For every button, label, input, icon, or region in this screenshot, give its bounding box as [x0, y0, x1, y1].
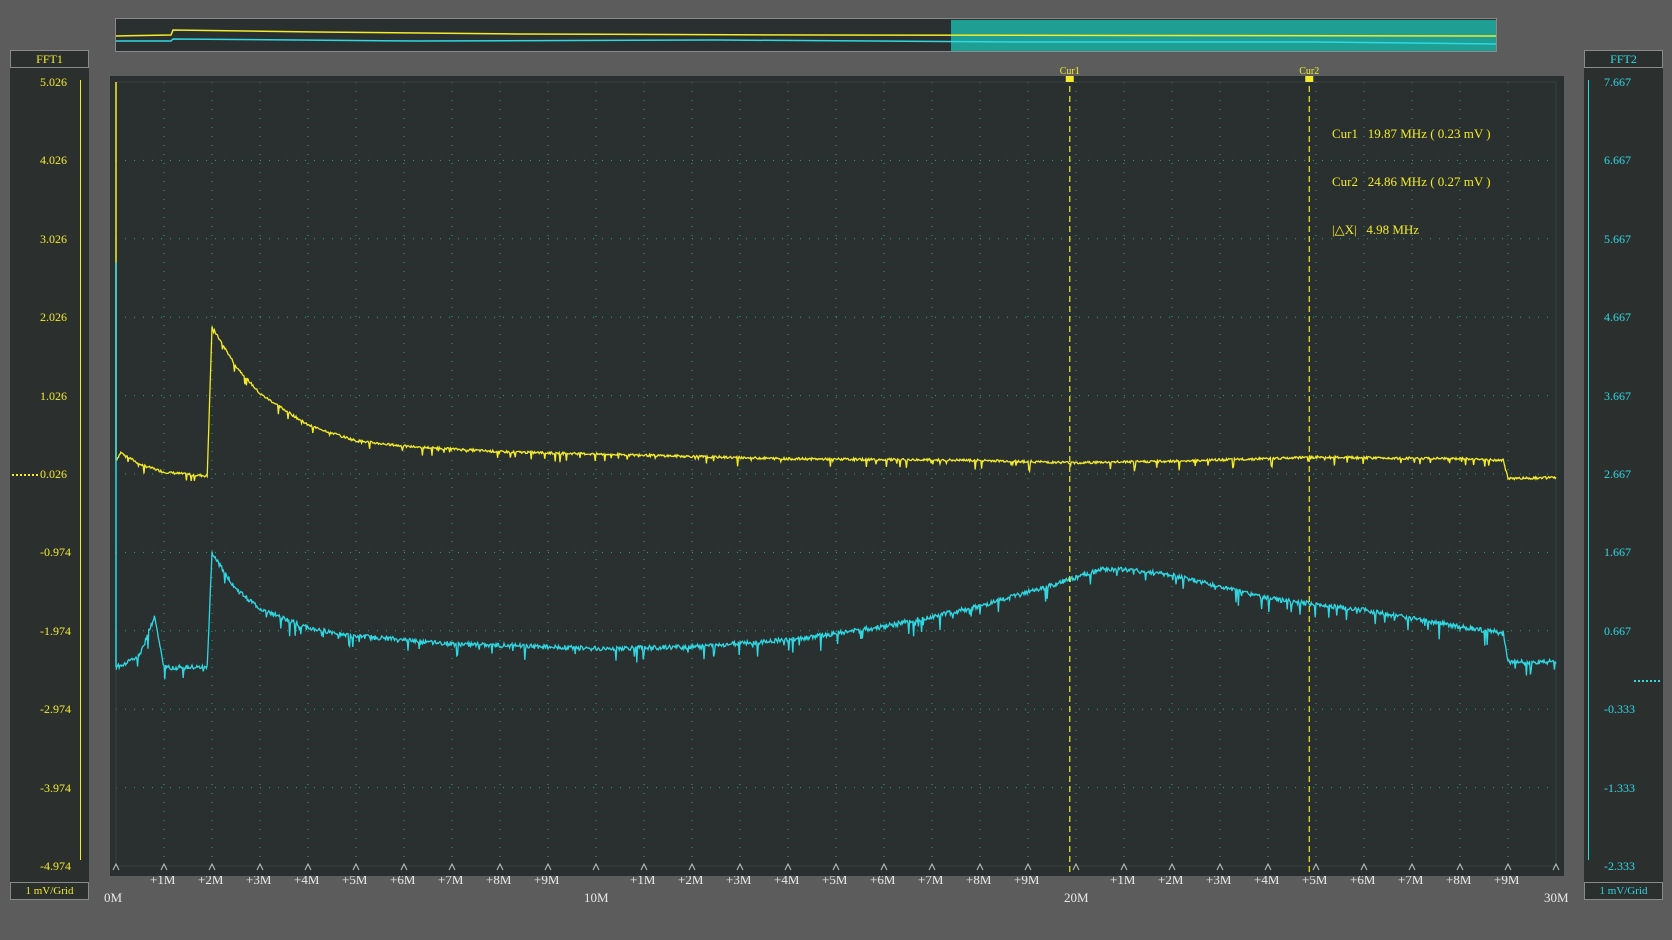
- x-tick-mark: [1456, 862, 1464, 871]
- x-major-tick-label: 10M: [584, 890, 609, 905]
- x-tick-mark: [1504, 862, 1512, 871]
- x-tick-mark: [1120, 862, 1128, 871]
- overview-strip[interactable]: [115, 18, 1497, 52]
- ch1-ground-marker[interactable]: [12, 474, 38, 476]
- x-tick-mark: [1312, 862, 1320, 871]
- x-tick-mark: [496, 862, 504, 871]
- x-tick-mark: [1168, 862, 1176, 871]
- trace-ch2: [115, 551, 1557, 680]
- x-tick-mark: [976, 862, 984, 871]
- cursor-readout: Cur1 19.87 MHz ( 0.23 mV ) Cur2 24.86 MH…: [1332, 94, 1491, 254]
- ch2-axis-panel: FFT2 1 mV/Grid: [1584, 50, 1663, 900]
- x-tick-mark: [592, 862, 600, 871]
- x-major-tick-label: 0M: [104, 890, 123, 905]
- axis-line: [80, 80, 81, 860]
- x-tick-mark: [1360, 862, 1368, 871]
- ch2-ground-marker[interactable]: [1634, 680, 1660, 682]
- x-tick-mark: [352, 862, 360, 871]
- cursor2-readout: Cur2 24.86 MHz ( 0.27 mV ): [1332, 174, 1491, 189]
- x-tick-mark: [112, 862, 120, 871]
- x-tick-mark: [784, 862, 792, 871]
- ch1-scale: 1 mV/Grid: [10, 882, 89, 900]
- ch2-scale: 1 mV/Grid: [1584, 882, 1663, 900]
- x-tick-mark: [880, 862, 888, 871]
- cursor1-line-tag: Cur1: [1060, 66, 1080, 77]
- x-tick-mark: [928, 862, 936, 871]
- cursor2-line-tag: Cur2: [1299, 66, 1319, 77]
- x-tick-mark: [736, 862, 744, 871]
- axis-line: [1588, 80, 1589, 860]
- ch2-title: FFT2: [1584, 50, 1663, 68]
- x-tick-mark: [256, 862, 264, 871]
- x-tick-mark: [1216, 862, 1224, 871]
- x-tick-mark: [688, 862, 696, 871]
- x-tick-mark: [1552, 862, 1560, 871]
- x-tick-mark: [832, 862, 840, 871]
- x-tick-mark: [400, 862, 408, 871]
- x-tick-mark: [1024, 862, 1032, 871]
- x-major-tick-label: 20M: [1064, 890, 1089, 905]
- cursor-delta-readout: |△X| 4.98 MHz: [1332, 222, 1420, 237]
- x-tick-mark: [208, 862, 216, 871]
- x-tick-mark: [304, 862, 312, 871]
- overview-svg: [116, 20, 1496, 51]
- x-major-tick-label: 30M: [1544, 890, 1569, 905]
- x-tick-mark: [640, 862, 648, 871]
- cursor1-readout: Cur1 19.87 MHz ( 0.23 mV ): [1332, 126, 1491, 141]
- ch1-title: FFT1: [10, 50, 89, 68]
- x-tick-mark: [1408, 862, 1416, 871]
- x-tick-mark: [448, 862, 456, 871]
- x-tick-mark: [160, 862, 168, 871]
- x-tick-mark: [1264, 862, 1272, 871]
- trace-ch1: [115, 326, 1557, 481]
- x-tick-mark: [1072, 862, 1080, 871]
- x-tick-mark: [544, 862, 552, 871]
